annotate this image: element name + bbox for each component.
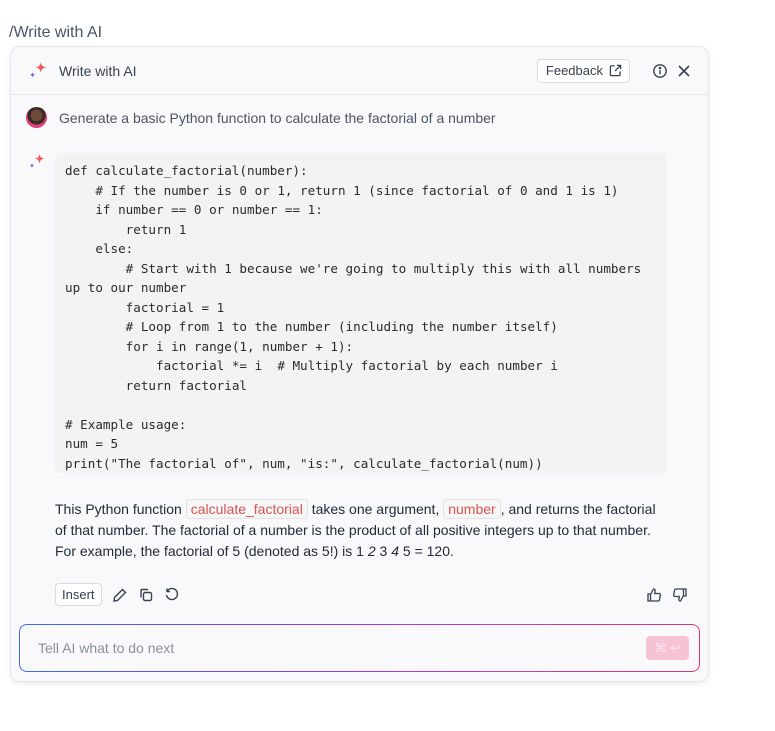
- ai-response-sparkle-icon: [29, 153, 45, 169]
- feedback-label: Feedback: [545, 63, 603, 78]
- explanation-italic: 4: [391, 543, 399, 559]
- code-block: def calculate_factorial(number): # If th…: [55, 153, 667, 473]
- user-prompt-text: Generate a basic Python function to calc…: [59, 109, 496, 126]
- explanation-part: takes one argument,: [307, 501, 444, 517]
- response-actions: Insert: [55, 583, 180, 606]
- explanation-italic: 2: [367, 543, 376, 559]
- prompt-box: ⌘ ↩: [19, 624, 700, 672]
- info-icon[interactable]: [652, 63, 668, 79]
- prompt-inner: ⌘ ↩: [20, 625, 699, 671]
- thumbs-down-icon[interactable]: [672, 587, 688, 603]
- user-message: Generate a basic Python function to calc…: [26, 107, 496, 128]
- explanation-part: 5 = 120.: [399, 543, 454, 559]
- feedback-icons: [646, 587, 688, 603]
- explanation-part: 3: [375, 543, 392, 559]
- regenerate-icon[interactable]: [164, 587, 180, 603]
- inline-code-argument: number: [443, 499, 501, 519]
- external-link-icon: [609, 64, 622, 77]
- slash-command-text: /Write with AI: [9, 24, 103, 41]
- inline-code-function: calculate_factorial: [185, 499, 308, 519]
- ai-sparkle-icon: [29, 61, 47, 78]
- write-with-ai-panel: Write with AI Feedback Generate a basic …: [10, 46, 709, 682]
- thumbs-up-icon[interactable]: [646, 587, 662, 603]
- panel-title: Write with AI: [59, 62, 137, 79]
- insert-button[interactable]: Insert: [55, 583, 102, 606]
- send-button[interactable]: ⌘ ↩: [646, 636, 689, 660]
- user-avatar: [26, 107, 47, 128]
- panel-header: Write with AI Feedback: [11, 47, 708, 95]
- close-icon[interactable]: [676, 63, 692, 79]
- copy-icon[interactable]: [138, 587, 154, 603]
- explanation-part: This Python function: [55, 501, 186, 517]
- explanation-text: This Python function calculate_factorial…: [55, 499, 665, 562]
- edit-pencil-icon[interactable]: [112, 587, 128, 603]
- prompt-input[interactable]: [36, 639, 646, 657]
- feedback-button[interactable]: Feedback: [536, 58, 630, 83]
